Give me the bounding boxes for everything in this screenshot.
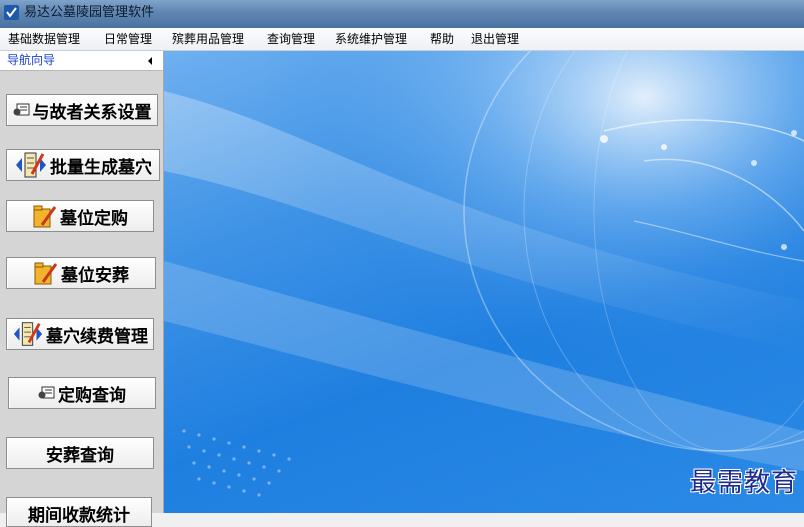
menu-system-maintenance[interactable]: 系统维护管理: [335, 31, 407, 47]
nav-button-burial-query[interactable]: 安葬查询: [6, 437, 154, 469]
card-icon: [13, 102, 31, 118]
edit-book-icon: [12, 319, 44, 349]
menu-help[interactable]: 帮助: [430, 31, 454, 47]
nav-panel: 导航向导 与故者关系设置 批量生成墓穴 墓位定购 墓位安葬 墓穴续费管理 定购查…: [0, 51, 164, 527]
collapse-arrow-icon[interactable]: [148, 57, 152, 65]
nav-button-label: 墓穴续费管理: [46, 326, 148, 347]
nav-button-label: 安葬查询: [46, 445, 114, 466]
nav-button-renewal-management[interactable]: 墓穴续费管理: [6, 318, 154, 350]
nav-header: 导航向导: [0, 51, 163, 71]
title-bar: 易达公墓陵园管理软件: [0, 0, 804, 28]
edit-book-icon: [14, 150, 48, 180]
nav-button-label: 墓位定购: [60, 208, 128, 229]
nav-button-label: 与故者关系设置: [32, 102, 152, 123]
nav-button-reservation-query[interactable]: 定购查询: [8, 377, 156, 409]
nav-button-label: 定购查询: [58, 385, 126, 406]
menu-exit[interactable]: 退出管理: [471, 31, 519, 47]
nav-button-label: 期间收款统计: [28, 506, 130, 526]
folder-edit-icon: [32, 203, 58, 229]
window-title: 易达公墓陵园管理软件: [24, 5, 155, 20]
folder-edit-icon: [33, 260, 59, 286]
watermark-text: 最需教育: [689, 468, 798, 498]
nav-button-relation-settings[interactable]: 与故者关系设置: [6, 94, 158, 126]
menu-query[interactable]: 查询管理: [267, 31, 315, 47]
menu-funeral-supplies[interactable]: 殡葬用品管理: [172, 31, 244, 47]
nav-button-period-income-stats[interactable]: 期间收款统计: [6, 497, 152, 527]
nav-button-plot-reservation[interactable]: 墓位定购: [6, 200, 154, 232]
main-content-area: 最需教育: [164, 51, 804, 513]
nav-button-plot-burial[interactable]: 墓位安葬: [6, 257, 156, 289]
background-globe-art: [164, 51, 804, 513]
nav-title: 导航向导: [7, 53, 56, 67]
menu-bar: 基础数据管理 日常管理 殡葬用品管理 查询管理 系统维护管理 帮助 退出管理: [0, 28, 804, 51]
menu-daily[interactable]: 日常管理: [104, 31, 152, 47]
nav-button-batch-generate[interactable]: 批量生成墓穴: [6, 149, 160, 181]
app-logo-icon: [4, 5, 19, 20]
nav-button-label: 墓位安葬: [61, 265, 129, 286]
nav-button-label: 批量生成墓穴: [50, 157, 152, 178]
card-icon: [38, 385, 56, 401]
menu-basic-data[interactable]: 基础数据管理: [8, 31, 80, 47]
